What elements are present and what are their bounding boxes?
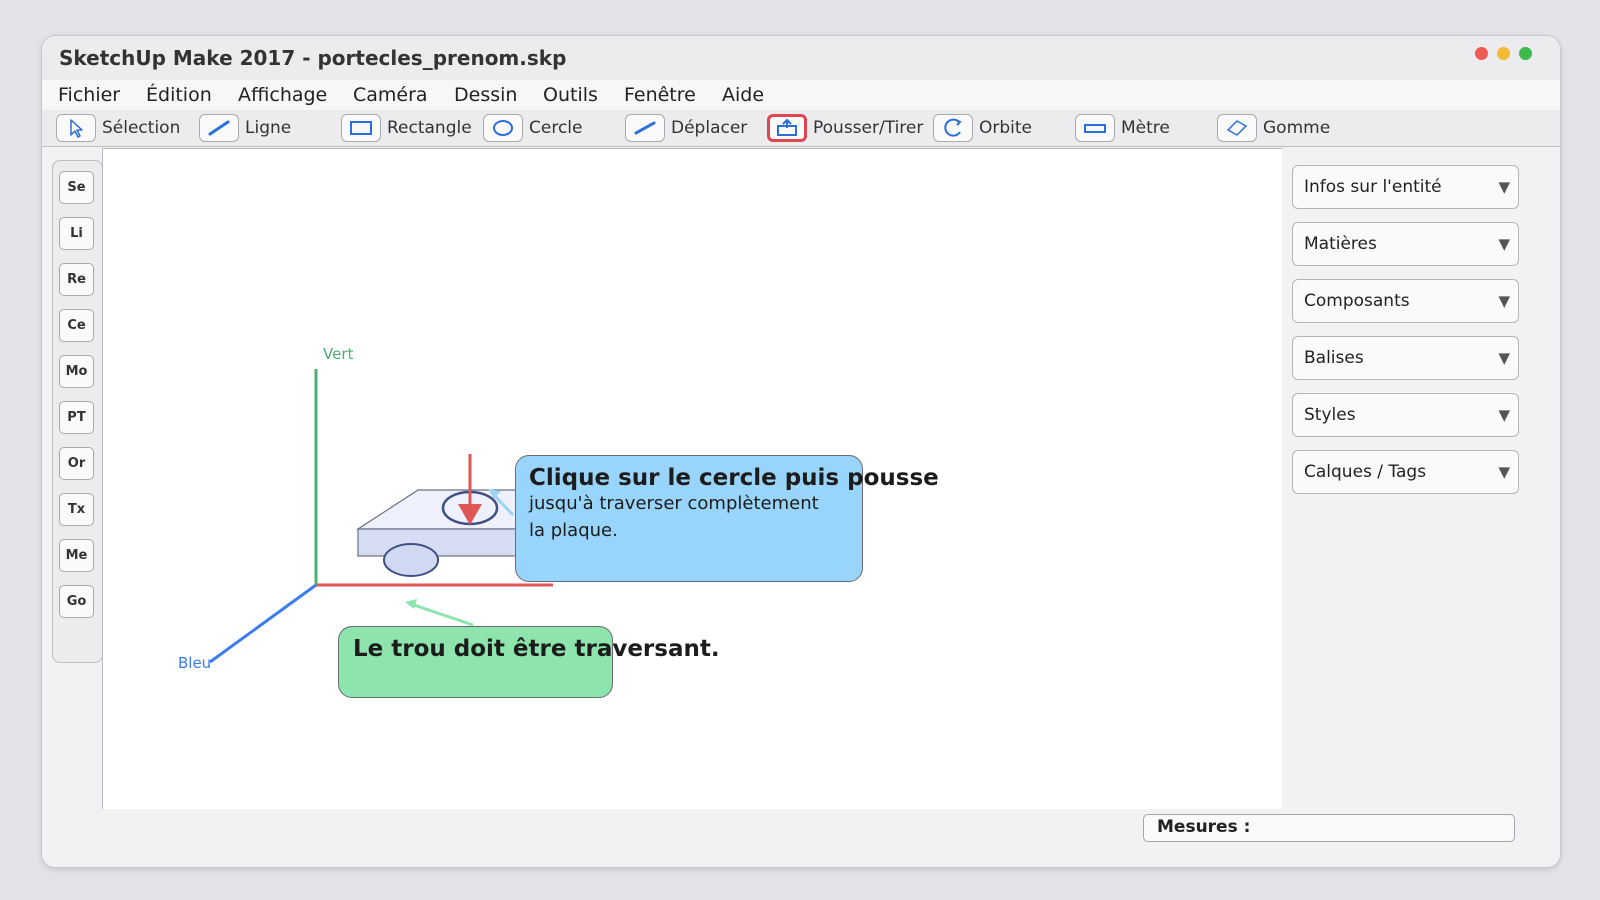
- push-pull-icon: [767, 114, 807, 142]
- panel-label: Balises: [1304, 348, 1364, 368]
- panel-tags[interactable]: Balises ▼: [1292, 336, 1519, 380]
- side-tool-ligne[interactable]: Li: [59, 217, 94, 250]
- side-toolbar: Se Li Re Ce Mo PT Or Tx Me Go: [52, 160, 103, 663]
- note-arrow-icon: [405, 599, 417, 609]
- circle-icon: [483, 114, 523, 142]
- axis-label-blue: Bleu: [178, 654, 212, 672]
- tool-label: Sélection: [102, 118, 181, 138]
- tool-metre[interactable]: Mètre: [1075, 113, 1170, 143]
- tool-label: Rectangle: [387, 118, 472, 138]
- menu-aide[interactable]: Aide: [722, 84, 764, 106]
- panel-label: Composants: [1304, 291, 1410, 311]
- chevron-down-icon: ▼: [1498, 406, 1510, 424]
- menu-bar: Fichier Édition Affichage Caméra Dessin …: [42, 80, 1560, 110]
- menu-fenetre[interactable]: Fenêtre: [624, 84, 696, 106]
- orbit-icon: [933, 114, 973, 142]
- window-title: SketchUp Make 2017 - portecles_prenom.sk…: [59, 46, 567, 70]
- instruction-title: Clique sur le cercle puis pousse: [529, 465, 939, 491]
- panel-label: Styles: [1304, 405, 1356, 425]
- tool-cercle[interactable]: Cercle: [483, 113, 582, 143]
- panel-layers[interactable]: Calques / Tags ▼: [1292, 450, 1519, 494]
- axis-label-green: Vert: [323, 345, 354, 363]
- pencil-line-icon: [199, 114, 239, 142]
- chevron-down-icon: ▼: [1498, 178, 1510, 196]
- maximize-window-button[interactable]: [1519, 47, 1532, 60]
- menu-edition[interactable]: Édition: [146, 84, 212, 106]
- side-tool-rectangle[interactable]: Re: [59, 263, 94, 296]
- status-bar: Mesures :: [42, 809, 1560, 867]
- menu-camera[interactable]: Caméra: [353, 84, 428, 106]
- app-window: SketchUp Make 2017 - portecles_prenom.sk…: [41, 35, 1561, 868]
- chevron-down-icon: ▼: [1498, 235, 1510, 253]
- measurements-box[interactable]: Mesures :: [1143, 814, 1515, 842]
- tool-ligne[interactable]: Ligne: [199, 113, 291, 143]
- panel-label: Matières: [1304, 234, 1377, 254]
- side-tool-texte[interactable]: Tx: [59, 493, 94, 526]
- tool-orbite[interactable]: Orbite: [933, 113, 1032, 143]
- tool-label: Gomme: [1263, 118, 1331, 138]
- arrow-cursor-icon: [56, 114, 96, 142]
- move-icon: [625, 114, 665, 142]
- menu-dessin[interactable]: Dessin: [454, 84, 517, 106]
- side-tool-orbite[interactable]: Or: [59, 447, 94, 480]
- minimize-window-button[interactable]: [1497, 47, 1510, 60]
- tool-selection[interactable]: Sélection: [56, 113, 180, 143]
- tool-rectangle[interactable]: Rectangle: [341, 113, 472, 143]
- tape-measure-icon: [1075, 114, 1115, 142]
- panel-label: Infos sur l'entité: [1304, 177, 1442, 197]
- tool-label: Orbite: [979, 118, 1033, 138]
- chevron-down-icon: ▼: [1498, 349, 1510, 367]
- measurements-label: Mesures :: [1157, 817, 1251, 837]
- note-text: Le trou doit être traversant.: [353, 636, 720, 662]
- menu-affichage[interactable]: Affichage: [238, 84, 327, 106]
- side-tool-push-pull[interactable]: PT: [59, 401, 94, 434]
- eraser-icon: [1217, 114, 1257, 142]
- side-tool-metre[interactable]: Me: [59, 539, 94, 572]
- instruction-line-1: jusqu'à traverser complètement: [529, 493, 819, 514]
- circle-below-plate[interactable]: [383, 543, 439, 577]
- panel-components[interactable]: Composants ▼: [1292, 279, 1519, 323]
- chevron-down-icon: ▼: [1498, 292, 1510, 310]
- tool-label: Ligne: [245, 118, 292, 138]
- side-tool-move[interactable]: Mo: [59, 355, 94, 388]
- window-controls: [1475, 47, 1532, 60]
- tool-pousser-tirer[interactable]: Pousser/Tirer: [767, 113, 923, 143]
- instruction-line-2: la plaque.: [529, 520, 618, 541]
- tool-gomme[interactable]: Gomme: [1217, 113, 1330, 143]
- side-tool-gomme[interactable]: Go: [59, 585, 94, 618]
- blue-axis: [209, 583, 317, 664]
- chevron-down-icon: ▼: [1498, 463, 1510, 481]
- note-pointer: [410, 602, 474, 627]
- panel-entity-info[interactable]: Infos sur l'entité ▼: [1292, 165, 1519, 209]
- menu-outils[interactable]: Outils: [543, 84, 598, 106]
- side-tool-selection[interactable]: Se: [59, 171, 94, 204]
- title-bar: SketchUp Make 2017 - portecles_prenom.sk…: [42, 36, 1560, 80]
- tool-label: Mètre: [1121, 118, 1170, 138]
- side-tool-cercle[interactable]: Ce: [59, 309, 94, 342]
- menu-fichier[interactable]: Fichier: [58, 84, 120, 106]
- panel-label: Calques / Tags: [1304, 462, 1427, 482]
- default-tray: Infos sur l'entité ▼ Matières ▼ Composan…: [1282, 148, 1560, 809]
- close-window-button[interactable]: [1475, 47, 1488, 60]
- main-toolbar: Sélection Ligne Rectangle Cercle Déplace…: [42, 110, 1560, 147]
- tool-deplacer[interactable]: Déplacer: [625, 113, 747, 143]
- drawing-viewport[interactable]: Vert Bleu Clique sur le cercle puis pous…: [102, 148, 1283, 811]
- rectangle-icon: [341, 114, 381, 142]
- tool-label: Pousser/Tirer: [813, 118, 924, 138]
- tool-label: Cercle: [529, 118, 583, 138]
- tool-label: Déplacer: [671, 118, 748, 138]
- panel-materials[interactable]: Matières ▼: [1292, 222, 1519, 266]
- panel-styles[interactable]: Styles ▼: [1292, 393, 1519, 437]
